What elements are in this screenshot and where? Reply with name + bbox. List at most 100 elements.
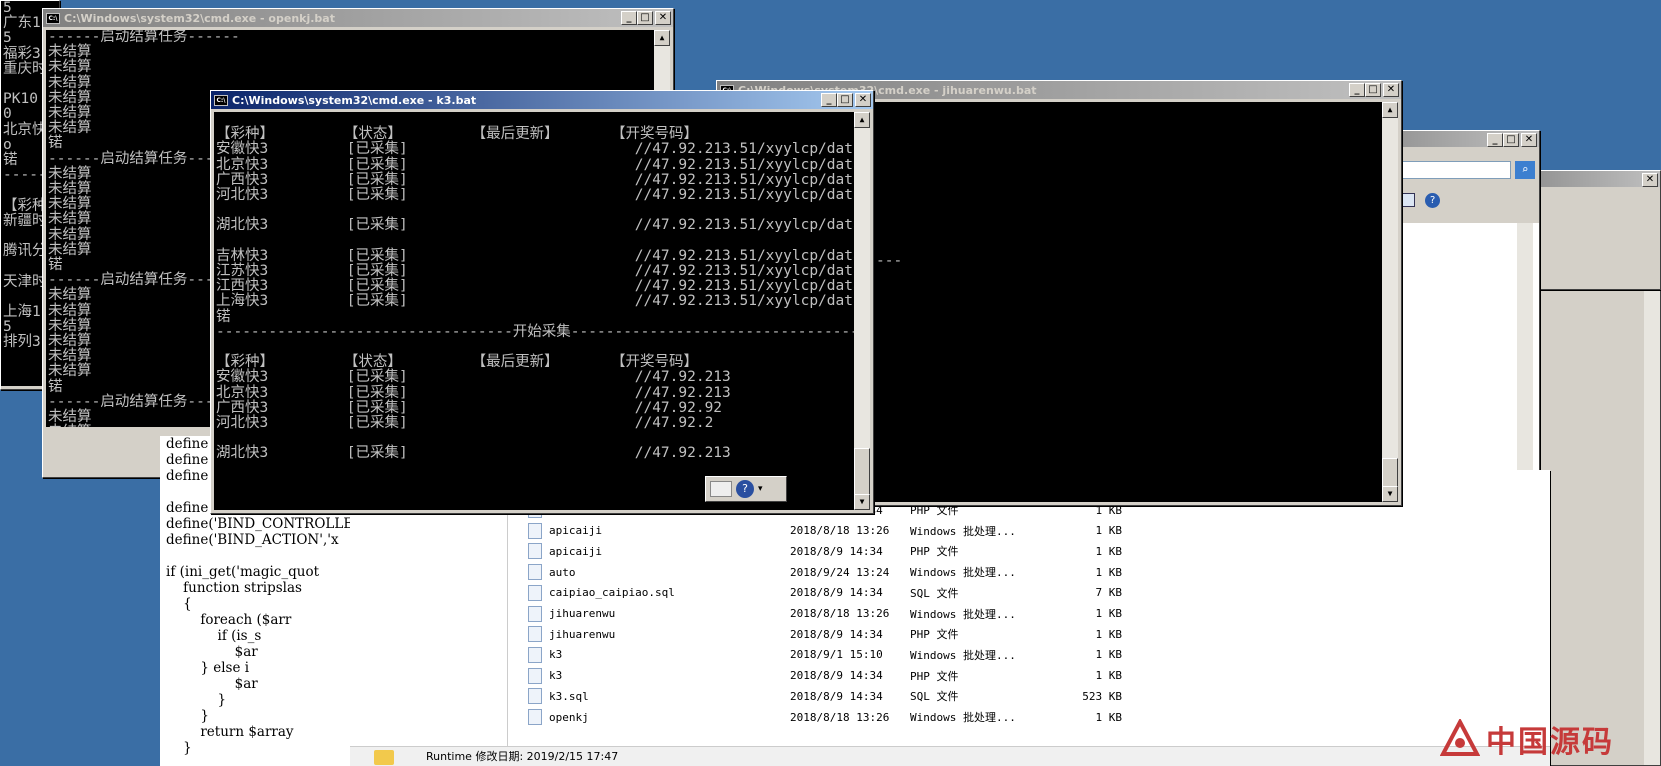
window-title: C:\Windows\system32\cmd.exe - k3.bat: [232, 93, 477, 107]
file-size: 1 KB: [1095, 544, 1123, 558]
watermark-text: 中国源码: [1486, 725, 1614, 760]
file-name: k3: [549, 669, 563, 683]
console-line: 锘: [216, 308, 231, 325]
console-line: 未结算: [48, 44, 92, 61]
file-date: 2018/8/9 14:34: [790, 586, 883, 600]
code-line: }: [166, 740, 192, 756]
code-line: }: [166, 692, 227, 708]
title-bar[interactable]: C:\ C:\Windows\system32\cmd.exe - openkj…: [43, 9, 673, 27]
cmd-icon: C:\: [214, 94, 228, 106]
file-size: 1 KB: [1095, 565, 1123, 579]
console-line: 未结算: [48, 74, 92, 91]
minimize-button[interactable]: _: [821, 93, 837, 107]
file-type: PHP 文件: [910, 545, 959, 559]
file-name: caipiao_caipiao.sql: [549, 586, 675, 600]
maximize-button[interactable]: □: [637, 11, 653, 25]
file-icon: [528, 543, 542, 560]
close-button[interactable]: ✕: [655, 11, 671, 25]
pane-icon[interactable]: [1401, 193, 1415, 207]
console-line: 吉林快3 [已采集] //47.92.213.51/xyylcp/data/jl…: [216, 247, 854, 264]
maximize-button[interactable]: □: [837, 93, 853, 107]
help-icon[interactable]: ?: [736, 480, 754, 498]
console-line: 湖北快3 [已采集] //47.92.213: [216, 445, 731, 462]
code-line: return $array: [166, 724, 294, 740]
file-size: 523 KB: [1082, 689, 1122, 703]
maximize-button[interactable]: □: [1503, 133, 1519, 147]
console-line: 安徽快3 [已采集] //47.92.213.51/xyylcp/data/ah…: [216, 141, 854, 158]
file-row[interactable]: k3 2018/9/1 15:10 Windows 批处理... 1 KB: [522, 644, 1542, 666]
minimize-button[interactable]: _: [1349, 83, 1365, 97]
scroll-up-icon[interactable]: ▲: [854, 112, 870, 128]
file-date: 2018/8/9 14:34: [790, 689, 883, 703]
status-bar: Runtime 修改日期: 2019/2/15 17:47: [350, 746, 1550, 766]
file-row[interactable]: jihuarenwu 2018/8/18 13:26 Windows 批处理... 1…: [522, 603, 1542, 625]
file-type: PHP 文件: [910, 628, 959, 642]
scroll-up-icon[interactable]: ▲: [654, 30, 670, 46]
file-date: 2018/8/9 14:34: [790, 669, 883, 683]
file-row[interactable]: openkj 2018/8/18 13:26 Windows 批处理... 1 KB: [522, 706, 1542, 728]
cmd-window-k3[interactable]: C:\ C:\Windows\system32\cmd.exe - k3.bat…: [210, 90, 874, 514]
code-line: }: [166, 708, 209, 724]
file-date: 2018/9/24 13:24: [790, 565, 890, 579]
console-line: 上海快3 [已采集] //47.92.213.51/xyylcp/data/sh…: [216, 293, 854, 310]
console-line: 江苏快3 [已采集] //47.92.213.51/xyylcp/data/js…: [216, 263, 854, 280]
file-name: apicaiji: [549, 524, 602, 538]
console-line: 北京快3 [已采集] //47.92.213.51/xyylcp/data/bj…: [216, 156, 854, 173]
code-line: if (is_s: [166, 628, 262, 644]
file-date: 2018/8/18 13:26: [790, 524, 890, 538]
keyboard-icon[interactable]: [710, 481, 732, 497]
code-line: $ar: [166, 644, 258, 660]
file-icon: [528, 667, 542, 684]
close-button[interactable]: ✕: [855, 93, 871, 107]
logo-icon: [1440, 719, 1480, 756]
title-bar[interactable]: C:\ C:\Windows\system32\cmd.exe - k3.bat…: [211, 91, 873, 109]
close-button[interactable]: ✕: [1642, 173, 1658, 187]
vertical-scrollbar[interactable]: ▲ ▼: [854, 112, 870, 510]
file-type: PHP 文件: [910, 669, 959, 683]
code-line: $ar: [166, 676, 258, 692]
minimize-button[interactable]: _: [1487, 133, 1503, 147]
file-icon: [528, 605, 542, 622]
close-button[interactable]: ✕: [1383, 83, 1399, 97]
file-row[interactable]: auto 2018/9/24 13:24 Windows 批处理... 1 KB: [522, 561, 1542, 583]
scroll-down-icon[interactable]: ▼: [854, 494, 870, 510]
window-title: C:\Windows\system32\cmd.exe - openkj.bat: [64, 11, 335, 25]
scroll-down-icon[interactable]: ▼: [1382, 486, 1398, 502]
file-row[interactable]: k3 2018/8/9 14:34 PHP 文件 1 KB: [522, 665, 1542, 687]
file-row[interactable]: jihuarenwu 2018/8/9 14:34 PHP 文件 1 KB: [522, 623, 1542, 645]
file-name: k3: [549, 648, 563, 662]
file-size: 1 KB: [1095, 524, 1123, 538]
file-row[interactable]: caipiao_caipiao.sql 2018/8/9 14:34 SQL 文件 7…: [522, 582, 1542, 604]
maximize-button[interactable]: □: [1365, 83, 1381, 97]
code-line: foreach ($arr: [166, 612, 292, 628]
scrollbar-thumb[interactable]: [854, 448, 870, 498]
console-line: ----------------------------------开始采集--…: [216, 323, 854, 340]
file-size: 1 KB: [1095, 648, 1123, 662]
file-name: jihuarenwu: [549, 627, 616, 641]
search-icon[interactable]: ⌕: [1515, 161, 1535, 179]
minimize-button[interactable]: _: [621, 11, 637, 25]
file-type: Windows 批处理...: [910, 566, 1016, 580]
file-date: 2018/8/18 13:26: [790, 710, 890, 724]
scrollbar-thumb[interactable]: [1382, 458, 1398, 488]
vertical-scrollbar[interactable]: ▲ ▼: [1382, 102, 1398, 502]
close-button[interactable]: ✕: [1521, 133, 1537, 147]
file-row[interactable]: apicaiji 2018/8/18 13:26 Windows 批处理... 1 K…: [522, 520, 1542, 542]
file-type: Windows 批处理...: [910, 524, 1016, 538]
chevron-down-icon[interactable]: ▾: [758, 484, 763, 494]
file-row[interactable]: k3.sql 2018/8/9 14:34 SQL 文件 523 KB: [522, 685, 1542, 707]
floating-toolbar[interactable]: ? ▾: [705, 476, 787, 502]
file-list: admin2018/8/9 14:34PHP 文件1 KBapicaiji201…: [522, 502, 1542, 766]
console-line: 河北快3 [已采集] //47.92.213.51/xyylcp/data/he…: [216, 187, 854, 204]
scroll-up-icon[interactable]: ▲: [1382, 102, 1398, 118]
file-row[interactable]: apicaiji 2018/8/9 14:34 PHP 文件 1 KB: [522, 540, 1542, 562]
file-date: 2018/8/9 14:34: [790, 544, 883, 558]
file-name: apicaiji: [549, 544, 602, 558]
file-name: jihuarenwu: [549, 607, 616, 620]
help-icon[interactable]: ?: [1425, 193, 1440, 208]
file-type: SQL 文件: [910, 586, 959, 600]
